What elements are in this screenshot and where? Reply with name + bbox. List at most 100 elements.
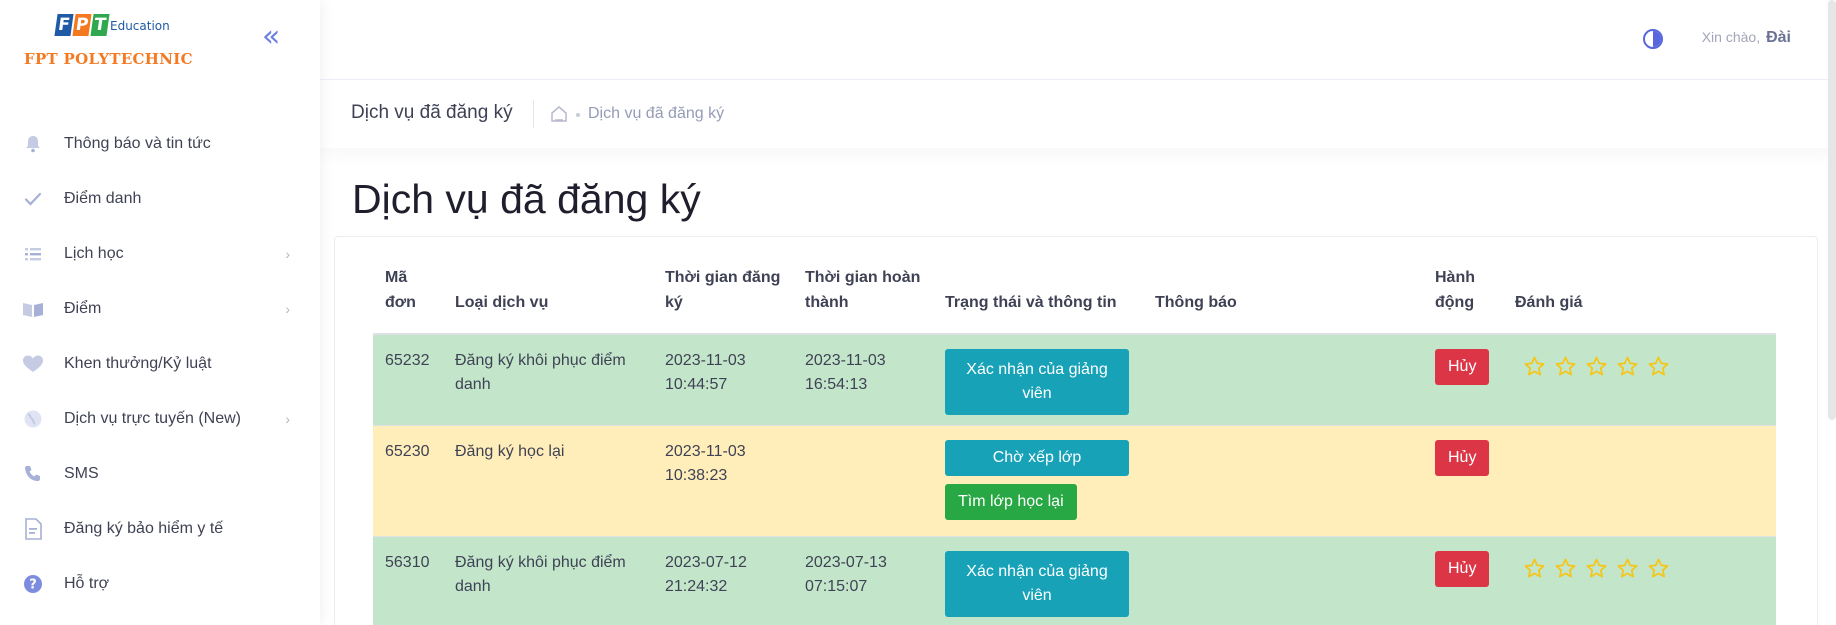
cancel-button[interactable]: Hủy xyxy=(1435,349,1490,385)
sidebar: F P T Education FPT POLYTECHNIC « Thông … xyxy=(0,0,320,625)
sidebar-item-label: Lịch học xyxy=(64,244,124,262)
chevron-right-icon: › xyxy=(285,300,290,317)
help-icon: ? xyxy=(22,573,44,595)
star-icon[interactable] xyxy=(1554,557,1577,580)
subheader-title: Dịch vụ đã đăng ký xyxy=(351,102,513,123)
lecturer-confirmation-button[interactable]: Xác nhận của giảng viên xyxy=(945,551,1129,617)
cell-completed xyxy=(793,425,933,537)
cell-type: Đăng ký học lại xyxy=(443,425,653,537)
star-icon[interactable] xyxy=(1554,355,1577,378)
registered-services-table: Mã đơn Loại dịch vụ Thời gian đăng ký Th… xyxy=(373,265,1776,625)
subheader: Dịch vụ đã đăng ký Dịch vụ đã đăng ký xyxy=(320,80,1836,148)
sidebar-item-label: Điểm xyxy=(64,299,102,317)
chevron-right-icon: › xyxy=(285,410,290,427)
cell-id: 56310 xyxy=(373,536,443,625)
star-icon[interactable] xyxy=(1616,355,1639,378)
user-greeting[interactable]: Xin chào, Đài xyxy=(1702,29,1791,47)
waiting-class-button[interactable]: Chờ xếp lớp xyxy=(945,440,1129,476)
sidebar-item-support[interactable]: ? Hỗ trợ xyxy=(0,556,320,611)
cell-notice xyxy=(1143,425,1423,537)
sidebar-item-notifications[interactable]: Thông báo và tin tức xyxy=(0,116,320,171)
star-icon[interactable] xyxy=(1523,355,1546,378)
cell-completed: 2023-11-03 16:54:13 xyxy=(793,334,933,426)
home-icon[interactable] xyxy=(550,105,568,123)
cell-id: 65232 xyxy=(373,334,443,426)
star-icon[interactable] xyxy=(1647,355,1670,378)
cell-action: Hủy xyxy=(1423,425,1503,537)
page-title: Dịch vụ đã đăng ký xyxy=(352,176,701,222)
check-icon xyxy=(22,188,44,210)
double-chevron-left-icon[interactable]: « xyxy=(262,22,290,52)
sidebar-item-attendance[interactable]: Điểm danh xyxy=(0,171,320,226)
cell-registered: 2023-11-03 10:38:23 xyxy=(653,425,793,537)
sidebar-item-label: Hỗ trợ xyxy=(64,574,110,592)
column-header-type: Loại dịch vụ xyxy=(443,265,653,335)
column-header-registered: Thời gian đăng ký xyxy=(653,265,793,335)
sidebar-item-label: Khen thưởng/Kỷ luật xyxy=(64,354,212,372)
sidebar-item-health-insurance[interactable]: Đăng ký bảo hiểm y tế xyxy=(0,501,320,556)
table-row: 65230 Đăng ký học lại 2023-11-03 10:38:2… xyxy=(373,425,1776,537)
cell-notice xyxy=(1143,334,1423,426)
list-icon xyxy=(22,243,44,265)
column-header-id: Mã đơn xyxy=(373,265,443,335)
page-scrollbar[interactable] xyxy=(1828,0,1836,420)
sidebar-menu: Thông báo và tin tức Điểm danh Lịch học … xyxy=(0,116,320,611)
column-header-status: Trạng thái và thông tin xyxy=(933,265,1143,335)
table-header-row: Mã đơn Loại dịch vụ Thời gian đăng ký Th… xyxy=(373,265,1776,335)
cell-rating xyxy=(1503,536,1776,625)
subheader-divider xyxy=(533,100,534,128)
cell-action: Hủy xyxy=(1423,536,1503,625)
cell-completed: 2023-07-13 07:15:07 xyxy=(793,536,933,625)
logo-brand-name: FPT POLYTECHNIC xyxy=(24,50,193,68)
heart-icon xyxy=(22,353,44,375)
star-icon[interactable] xyxy=(1585,355,1608,378)
star-icon[interactable] xyxy=(1523,557,1546,580)
top-header: Xin chào, Đài xyxy=(320,0,1836,80)
cell-id: 65230 xyxy=(373,425,443,537)
sidebar-item-online-services[interactable]: Dịch vụ trực tuyến (New) › xyxy=(0,391,320,446)
table-row: 65232 Đăng ký khôi phục điểm danh 2023-1… xyxy=(373,334,1776,426)
document-icon xyxy=(22,517,44,540)
sidebar-item-sms[interactable]: SMS xyxy=(0,446,320,501)
sidebar-item-label: Điểm danh xyxy=(64,189,142,207)
cell-rating xyxy=(1503,425,1776,537)
cell-status: Xác nhận của giảng viên xyxy=(933,334,1143,426)
sidebar-item-schedule[interactable]: Lịch học › xyxy=(0,226,320,281)
fpt-polytechnic-logo[interactable]: F P T Education FPT POLYTECHNIC xyxy=(24,12,204,72)
greeting-text: Xin chào, xyxy=(1701,29,1761,45)
cell-notice xyxy=(1143,536,1423,625)
column-header-rating: Đánh giá xyxy=(1503,265,1776,335)
logo-letter-f: F xyxy=(54,14,74,36)
sidebar-item-label: Đăng ký bảo hiểm y tế xyxy=(64,519,224,537)
cell-action: Hủy xyxy=(1423,334,1503,426)
cell-status: Xác nhận của giảng viên xyxy=(933,536,1143,625)
sidebar-item-label: Dịch vụ trực tuyến (New) xyxy=(64,409,241,427)
contrast-icon[interactable] xyxy=(1643,29,1663,49)
sidebar-item-label: Thông báo và tin tức xyxy=(64,134,211,152)
cancel-button[interactable]: Hủy xyxy=(1435,551,1490,587)
bell-icon xyxy=(22,133,44,155)
star-icon[interactable] xyxy=(1616,557,1639,580)
column-header-notice: Thông báo xyxy=(1143,265,1423,335)
logo-letter-t: T xyxy=(90,14,110,36)
chevron-right-icon: › xyxy=(285,245,290,262)
sidebar-item-grades[interactable]: Điểm › xyxy=(0,281,320,336)
breadcrumb-separator xyxy=(576,113,580,117)
cell-registered: 2023-11-03 10:44:57 xyxy=(653,334,793,426)
sidebar-item-rewards-discipline[interactable]: Khen thưởng/Kỷ luật xyxy=(0,336,320,391)
breadcrumb-current[interactable]: Dịch vụ đã đăng ký xyxy=(588,105,724,123)
find-retake-class-button[interactable]: Tìm lớp học lại xyxy=(945,484,1077,520)
cell-status: Chờ xếp lớp Tìm lớp học lại xyxy=(933,425,1143,537)
table-row: 56310 Đăng ký khôi phục điểm danh 2023-0… xyxy=(373,536,1776,625)
lecturer-confirmation-button[interactable]: Xác nhận của giảng viên xyxy=(945,349,1129,415)
rating-stars xyxy=(1523,355,1764,378)
star-icon[interactable] xyxy=(1647,557,1670,580)
cancel-button[interactable]: Hủy xyxy=(1435,440,1490,476)
username: Đài xyxy=(1766,29,1791,46)
book-icon xyxy=(22,298,44,320)
column-header-completed: Thời gian hoàn thành xyxy=(793,265,933,335)
star-icon[interactable] xyxy=(1585,557,1608,580)
cell-rating xyxy=(1503,334,1776,426)
phone-icon xyxy=(22,463,44,485)
sidebar-item-label: SMS xyxy=(64,464,99,482)
